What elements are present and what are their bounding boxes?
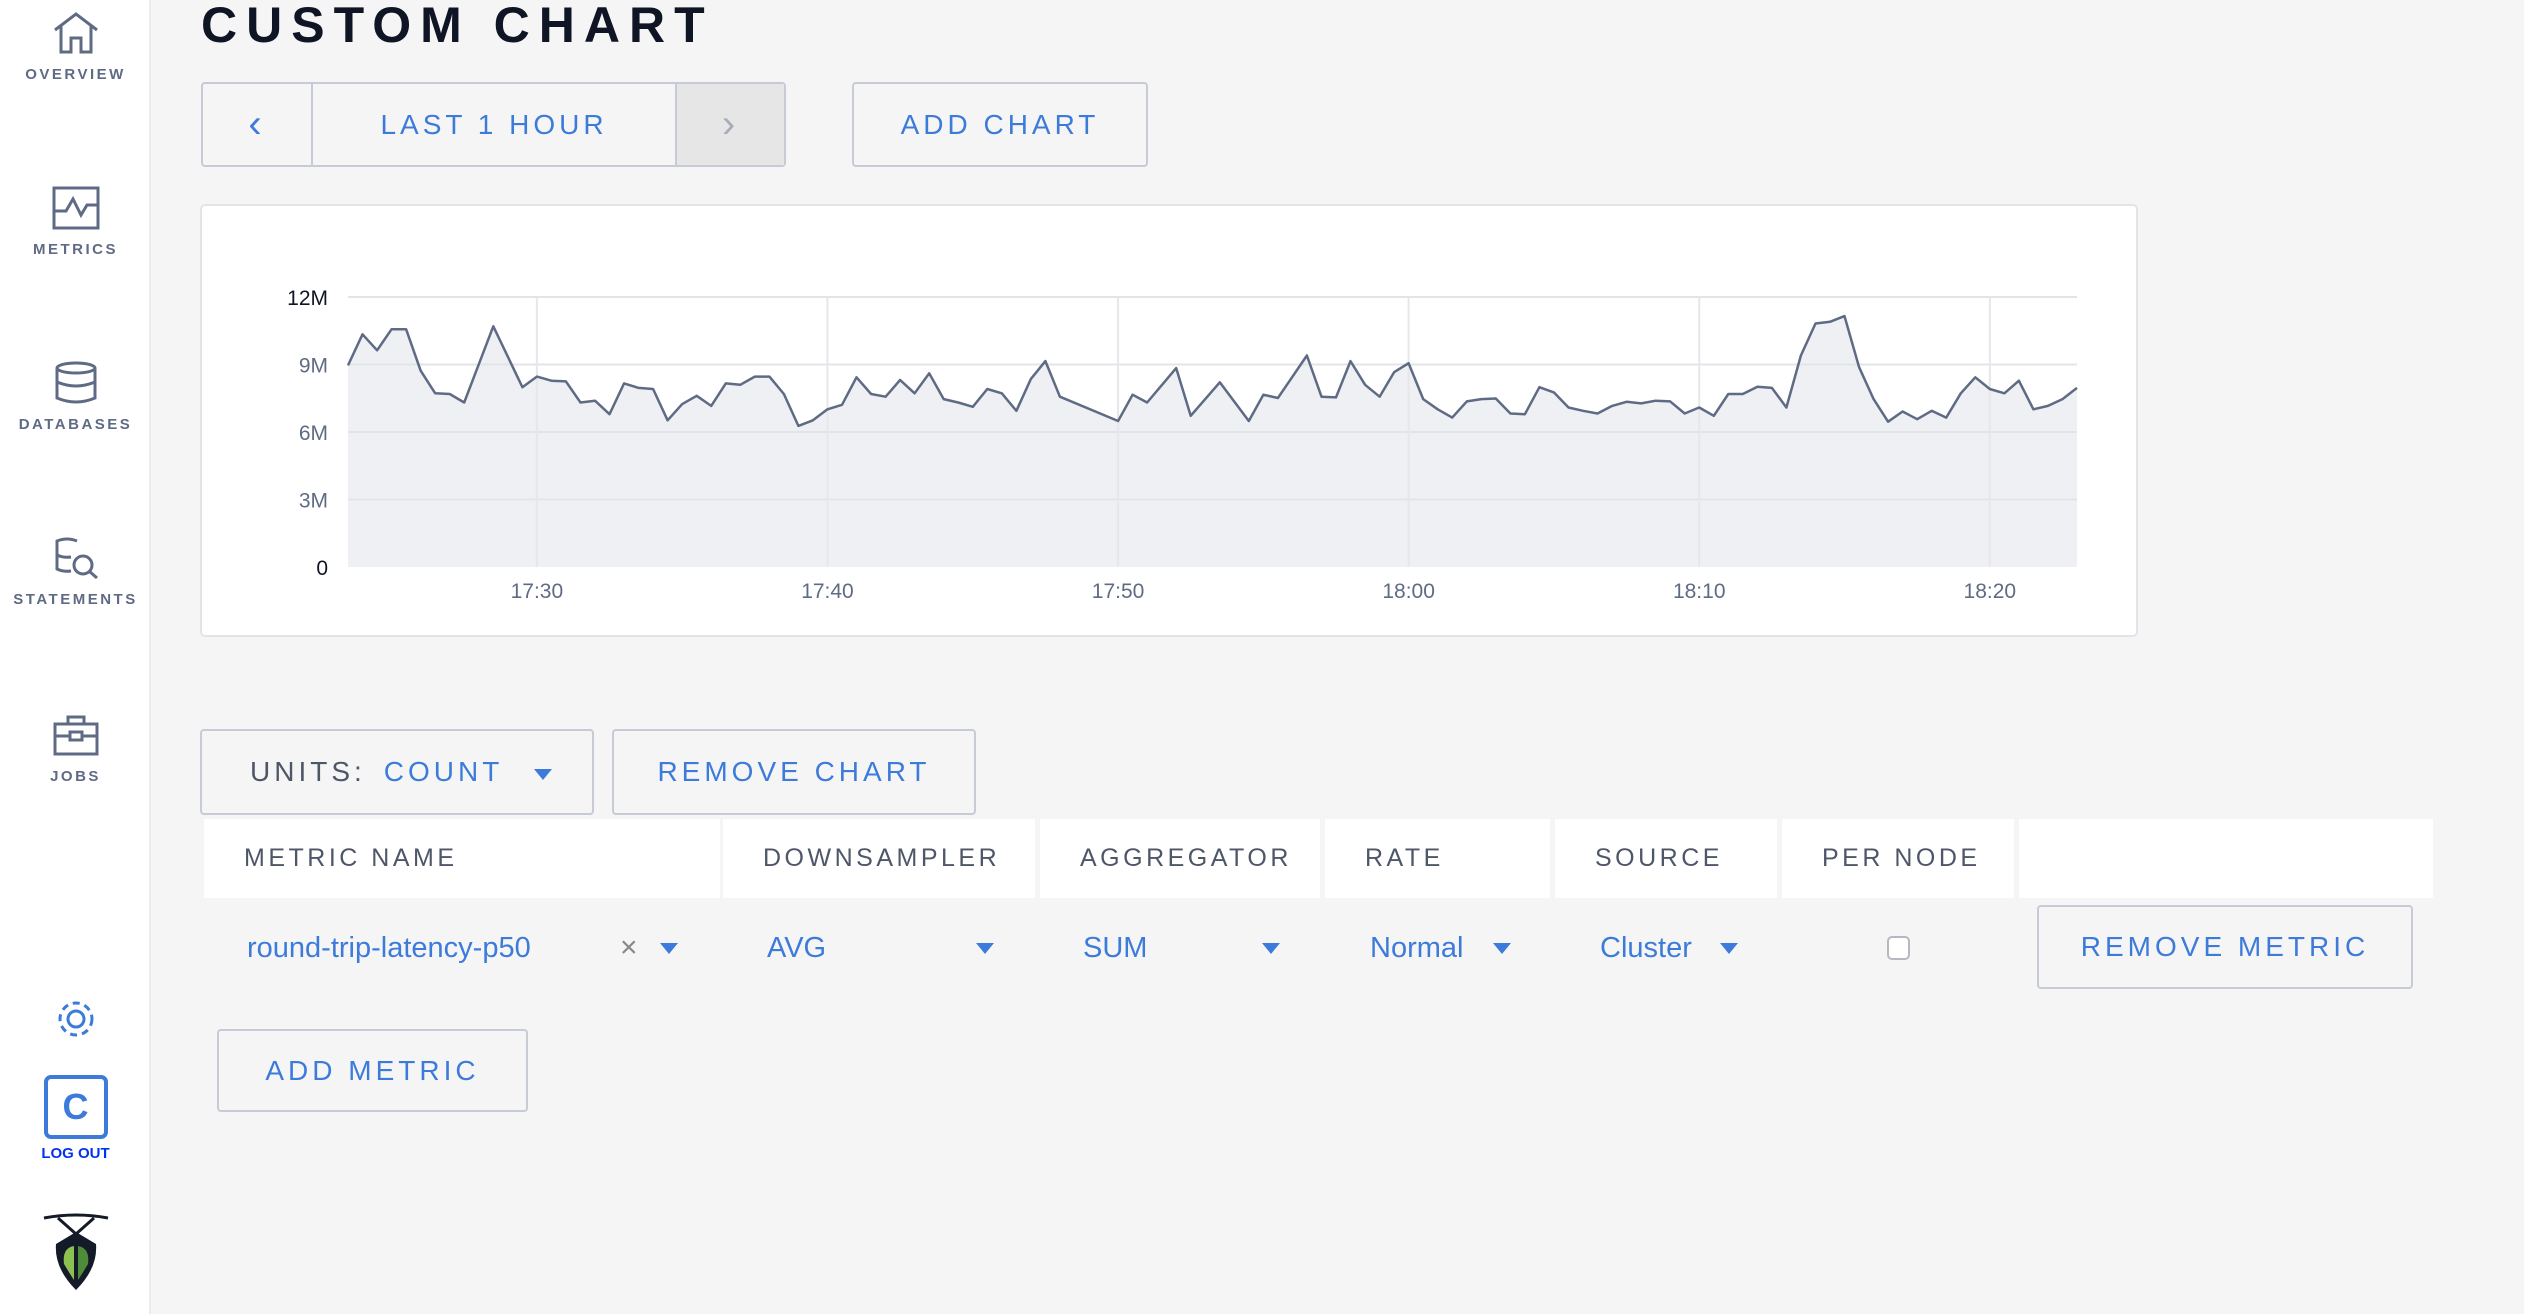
sidebar-item-jobs[interactable]: JOBS xyxy=(0,712,151,785)
user-avatar: C xyxy=(43,1075,108,1139)
units-value: COUNT xyxy=(383,756,504,787)
y-tick-label: 3M xyxy=(299,490,328,513)
chevron-down-icon[interactable] xyxy=(660,943,678,954)
column-header-source: SOURCE xyxy=(1555,819,1777,898)
series-area xyxy=(348,316,2077,567)
sidebar-item-label: JOBS xyxy=(50,768,101,785)
aggregator-select[interactable]: SUM xyxy=(1083,920,1147,976)
page-title: CUSTOM CHART xyxy=(201,0,714,53)
x-tick-label: 17:50 xyxy=(1092,580,1145,603)
sidebar-item-label: OVERVIEW xyxy=(25,66,126,83)
metrics-icon xyxy=(52,186,99,230)
x-tick-label: 18:00 xyxy=(1382,580,1435,603)
metric-name-select[interactable]: round-trip-latency-p50 xyxy=(247,920,607,976)
time-range-dropdown[interactable]: LAST 1 HOUR xyxy=(313,84,675,165)
database-icon xyxy=(55,361,96,404)
per-node-checkbox[interactable] xyxy=(1887,936,1910,960)
clear-metric-icon[interactable]: × xyxy=(620,920,638,976)
cockroach-logo xyxy=(0,1212,151,1292)
x-tick-label: 17:30 xyxy=(511,580,564,603)
sidebar-item-label: METRICS xyxy=(33,241,118,258)
home-icon xyxy=(53,12,98,54)
units-label: UNITS: xyxy=(250,756,366,787)
previous-range-button[interactable]: ‹ xyxy=(203,84,313,165)
chevron-down-icon[interactable] xyxy=(1262,943,1280,954)
metric-chart: 0 3M 6M 9M 12M 17:30 17:40 17:50 18:00 18:10 18:20 xyxy=(287,287,2078,603)
sidebar-item-label: STATEMENTS xyxy=(13,591,138,608)
y-tick-label: 12M xyxy=(287,287,328,310)
remove-metric-button[interactable]: REMOVE METRIC xyxy=(2037,905,2413,989)
chevron-down-icon[interactable] xyxy=(1493,943,1511,954)
column-header-metric-name: METRIC NAME xyxy=(204,819,720,898)
x-tick-label: 18:20 xyxy=(1964,580,2017,603)
settings-button[interactable] xyxy=(0,995,151,1043)
time-range-selector: ‹ LAST 1 HOUR › xyxy=(201,82,786,167)
briefcase-icon xyxy=(53,715,98,756)
downsampler-select[interactable]: AVG xyxy=(767,920,826,976)
column-header-actions xyxy=(2019,819,2433,898)
chart-card: 0 3M 6M 9M 12M 17:30 17:40 17:50 18:00 18:10 18:20 xyxy=(200,204,2138,637)
sidebar-item-metrics[interactable]: METRICS xyxy=(0,185,151,258)
y-tick-label: 6M xyxy=(299,422,328,445)
add-metric-button[interactable]: ADD METRIC xyxy=(217,1029,528,1112)
column-header-per-node: PER NODE xyxy=(1782,819,2014,898)
rate-select[interactable]: Normal xyxy=(1370,920,1463,976)
chevron-down-icon[interactable] xyxy=(976,943,994,954)
logout-button[interactable]: C LOG OUT xyxy=(0,1075,151,1162)
sidebar-item-statements[interactable]: STATEMENTS xyxy=(0,535,151,608)
y-tick-label: 0 xyxy=(316,557,328,580)
remove-chart-button[interactable]: REMOVE CHART xyxy=(612,729,976,815)
add-chart-button[interactable]: ADD CHART xyxy=(852,82,1148,167)
column-header-rate: RATE xyxy=(1325,819,1550,898)
y-tick-label: 9M xyxy=(299,355,328,378)
next-range-button[interactable]: › xyxy=(675,84,784,165)
units-dropdown[interactable]: UNITS: COUNT xyxy=(200,729,594,815)
sidebar-item-databases[interactable]: DATABASES xyxy=(0,360,151,433)
sidebar: OVERVIEW METRICS DATABASES STATEMENTS JO… xyxy=(0,0,151,1314)
x-tick-label: 18:10 xyxy=(1673,580,1726,603)
x-tick-label: 17:40 xyxy=(801,580,854,603)
gear-icon xyxy=(58,1001,93,1037)
sidebar-item-label: DATABASES xyxy=(18,416,133,433)
source-select[interactable]: Cluster xyxy=(1600,920,1692,976)
chevron-down-icon[interactable] xyxy=(1720,943,1738,954)
chevron-down-icon xyxy=(534,769,552,780)
sidebar-item-overview[interactable]: OVERVIEW xyxy=(0,10,151,83)
column-header-aggregator: AGGREGATOR xyxy=(1040,819,1320,898)
cockroach-logo-icon xyxy=(43,1213,108,1290)
statements-icon xyxy=(55,537,98,580)
column-header-downsampler: DOWNSAMPLER xyxy=(723,819,1035,898)
logout-label: LOG OUT xyxy=(41,1145,110,1162)
